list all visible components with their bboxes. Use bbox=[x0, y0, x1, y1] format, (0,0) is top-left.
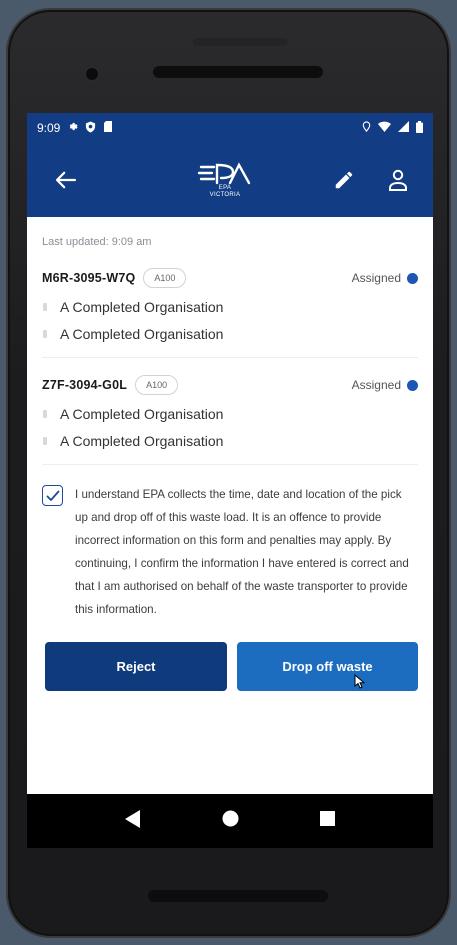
app-header: EPA VICTORIA bbox=[27, 143, 433, 217]
route-start-marker bbox=[43, 302, 47, 311]
shield-icon bbox=[85, 121, 96, 136]
checkmark-icon bbox=[46, 490, 59, 501]
drop-off-waste-button[interactable]: Drop off waste bbox=[237, 642, 418, 691]
route-start-marker bbox=[43, 409, 47, 418]
recents-nav-icon bbox=[319, 811, 335, 826]
back-nav-button[interactable] bbox=[125, 809, 141, 833]
location-icon bbox=[362, 121, 371, 135]
status-bar: 9:09 bbox=[27, 113, 433, 143]
home-nav-icon bbox=[222, 810, 239, 827]
status-time: 9:09 bbox=[37, 121, 61, 135]
battery-icon bbox=[416, 120, 423, 136]
profile-button[interactable] bbox=[383, 165, 413, 195]
status-label: Assigned bbox=[351, 271, 401, 285]
origin-organisation: A Completed Organisation bbox=[60, 298, 224, 315]
gear-icon bbox=[67, 121, 78, 135]
record-id: Z7F-3094-G0L bbox=[42, 378, 128, 392]
reject-button[interactable]: Reject bbox=[45, 642, 227, 691]
back-button[interactable] bbox=[51, 165, 81, 195]
divider bbox=[42, 464, 418, 465]
top-speaker bbox=[153, 66, 323, 78]
origin-organisation: A Completed Organisation bbox=[60, 405, 224, 422]
bottom-speaker bbox=[148, 890, 328, 902]
record-id: M6R-3095-W7Q bbox=[42, 271, 136, 285]
record-badge: A100 bbox=[135, 375, 179, 395]
divider bbox=[42, 357, 418, 358]
action-bar: Reject Drop off waste bbox=[27, 621, 433, 691]
route-end-marker bbox=[43, 329, 47, 338]
edit-button[interactable] bbox=[329, 165, 359, 195]
consent-checkbox[interactable] bbox=[42, 485, 63, 506]
status-dot bbox=[407, 379, 418, 391]
last-updated: Last updated: 9:09 am bbox=[42, 236, 152, 248]
logo-secondary-text: VICTORIA bbox=[209, 192, 241, 198]
status-label: Assigned bbox=[351, 378, 401, 392]
epa-logo-mark bbox=[197, 162, 251, 185]
logo-primary-text: EPA bbox=[218, 185, 232, 192]
back-arrow-icon bbox=[55, 171, 77, 189]
consent-section: I understand EPA collects the time, date… bbox=[27, 465, 433, 621]
record-card[interactable]: M6R-3095-W7Q A100 Assigned A Completed O… bbox=[27, 263, 433, 358]
consent-text: I understand EPA collects the time, date… bbox=[75, 488, 409, 616]
mouse-cursor-icon bbox=[354, 674, 365, 689]
wifi-icon bbox=[378, 121, 391, 135]
earpiece-slot bbox=[193, 38, 288, 46]
sd-card-icon bbox=[103, 121, 113, 135]
destination-organisation: A Completed Organisation bbox=[60, 432, 224, 449]
front-camera bbox=[86, 68, 98, 80]
destination-organisation: A Completed Organisation bbox=[60, 325, 224, 342]
recents-nav-button[interactable] bbox=[319, 811, 335, 831]
route-end-marker bbox=[43, 436, 47, 445]
drop-off-label: Drop off waste bbox=[282, 659, 373, 674]
record-badge: A100 bbox=[143, 268, 187, 288]
android-navigation-bar bbox=[27, 794, 433, 848]
status-dot bbox=[407, 272, 418, 284]
signal-icon bbox=[398, 121, 409, 135]
epa-logo: EPA VICTORIA bbox=[197, 161, 253, 198]
app-screen: 9:09 EPA VICTORIA Last updated: 9:09 am … bbox=[27, 113, 433, 848]
back-nav-icon bbox=[125, 809, 141, 828]
main-content: Last updated: 9:09 am M6R-3095-W7Q A100 … bbox=[27, 217, 433, 691]
home-nav-button[interactable] bbox=[222, 810, 239, 832]
record-card[interactable]: Z7F-3094-G0L A100 Assigned A Completed O… bbox=[27, 370, 433, 465]
pencil-icon bbox=[335, 171, 353, 189]
user-icon bbox=[389, 169, 407, 191]
